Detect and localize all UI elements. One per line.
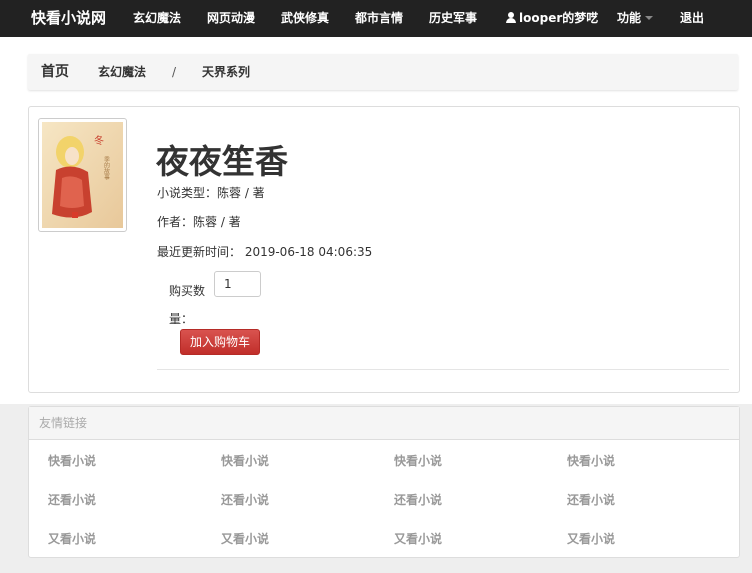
svg-text:季的故事: 季的故事 xyxy=(103,155,110,181)
friend-link[interactable]: 快看小说 xyxy=(221,452,269,469)
breadcrumb-separator: / xyxy=(172,65,177,79)
quantity-label: 购买数量： xyxy=(169,284,206,326)
features-label: 功能 xyxy=(617,11,642,25)
friend-link[interactable]: 又看小说 xyxy=(48,530,96,547)
friend-link[interactable]: 又看小说 xyxy=(394,530,442,547)
friend-link[interactable]: 还看小说 xyxy=(48,491,96,508)
svg-text:冬: 冬 xyxy=(94,134,104,147)
user-name: looper的梦呓 xyxy=(519,11,599,25)
site-brand[interactable]: 快看小说网 xyxy=(31,0,106,37)
nav-item-romance[interactable]: 都市言情 xyxy=(355,0,403,37)
breadcrumb-series[interactable]: 天界系列 xyxy=(202,54,250,90)
book-title: 夜夜笙香 xyxy=(156,142,288,181)
book-detail-panel: 冬 季的故事 夜夜笙香 小说类型：陈蓉 / 著 作者：陈蓉 / 著 最近更新时间… xyxy=(28,106,740,393)
nav-item-fantasy[interactable]: 玄幻魔法 xyxy=(133,0,181,37)
breadcrumb-category[interactable]: 玄幻魔法 xyxy=(98,54,146,90)
divider xyxy=(157,369,729,370)
breadcrumb-home[interactable]: 首页 xyxy=(41,54,69,90)
chevron-down-icon xyxy=(645,16,654,20)
nav-item-features-dropdown[interactable]: 功能 xyxy=(617,0,654,37)
user-icon xyxy=(506,12,516,23)
breadcrumb: 首页 玄幻魔法 / 天界系列 xyxy=(28,54,738,90)
nav-item-logout[interactable]: 退出 xyxy=(680,0,704,37)
friendly-links-panel: 友情链接 快看小说 快看小说 快看小说 快看小说 还看小说 还看小说 还看小说 … xyxy=(28,406,740,558)
nav-item-history[interactable]: 历史军事 xyxy=(429,0,477,37)
book-updated-time: 最近更新时间： 2019-06-18 04:06:35 xyxy=(157,245,373,259)
friend-link[interactable]: 又看小说 xyxy=(567,530,615,547)
friendly-links-heading: 友情链接 xyxy=(29,407,739,440)
nav-item-anime[interactable]: 网页动漫 xyxy=(207,0,255,37)
quantity-input[interactable] xyxy=(214,271,261,297)
friend-link[interactable]: 又看小说 xyxy=(221,530,269,547)
friend-link[interactable]: 快看小说 xyxy=(567,452,615,469)
top-navbar: 快看小说网 玄幻魔法 网页动漫 武侠修真 都市言情 历史军事 looper的梦呓… xyxy=(0,0,752,37)
book-cover-art: 冬 季的故事 xyxy=(42,122,123,228)
add-to-cart-button[interactable]: 加入购物车 xyxy=(180,329,260,355)
book-author: 作者：陈蓉 / 著 xyxy=(157,215,241,229)
friend-link[interactable]: 还看小说 xyxy=(567,491,615,508)
nav-item-user[interactable]: looper的梦呓 xyxy=(506,0,598,37)
friend-link[interactable]: 快看小说 xyxy=(394,452,442,469)
book-cover-image[interactable]: 冬 季的故事 xyxy=(38,118,127,232)
friend-link[interactable]: 快看小说 xyxy=(48,452,96,469)
nav-item-wuxia[interactable]: 武侠修真 xyxy=(281,0,329,37)
friend-link[interactable]: 还看小说 xyxy=(221,491,269,508)
friend-link[interactable]: 还看小说 xyxy=(394,491,442,508)
book-type: 小说类型：陈蓉 / 著 xyxy=(157,186,265,200)
